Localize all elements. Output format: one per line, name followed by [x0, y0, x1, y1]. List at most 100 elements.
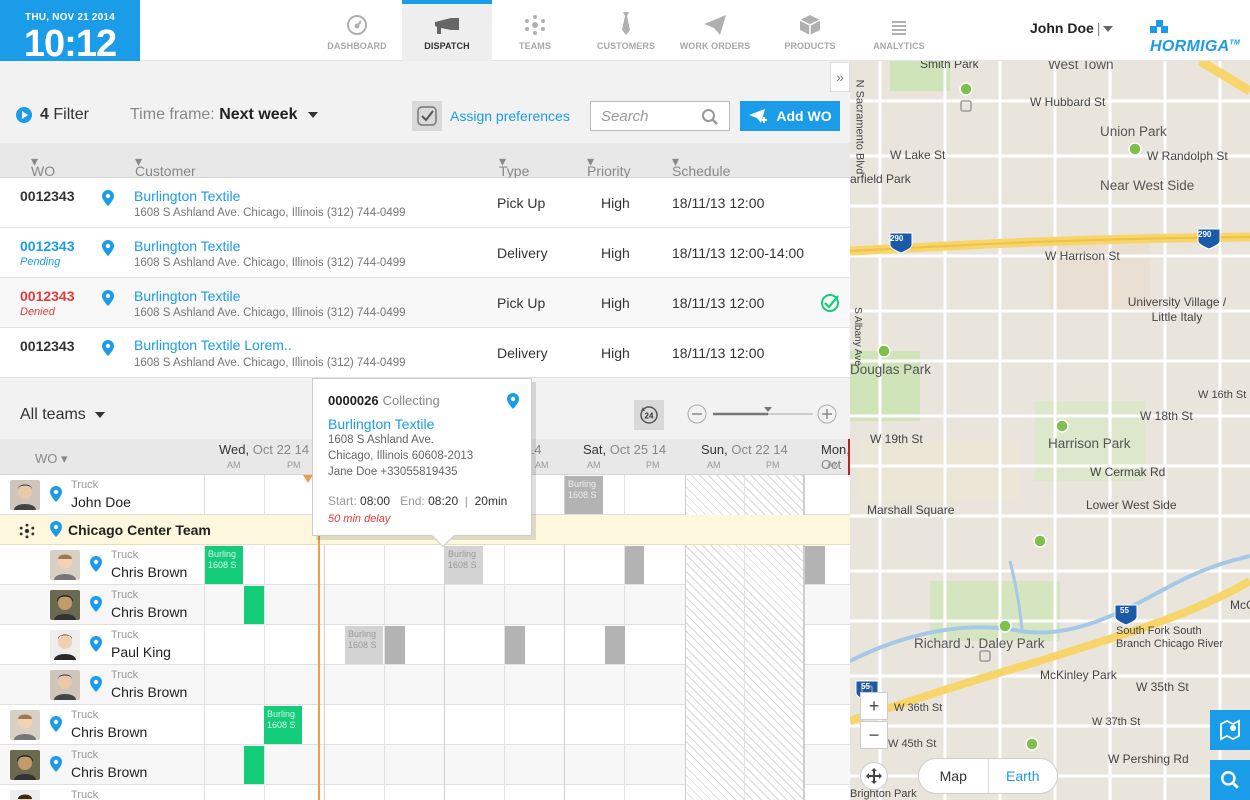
filter-count: 4 [40, 106, 49, 123]
search-input[interactable]: Search [590, 101, 730, 131]
schedule-block[interactable] [805, 546, 825, 584]
timeline-wo-col[interactable]: WO ▾ [35, 451, 68, 467]
location-pin-icon[interactable] [50, 716, 62, 732]
nav-teams[interactable]: TEAMS [490, 0, 580, 61]
table-row[interactable]: 0012343 Burlington Textile 1608 S Ashlan… [0, 178, 850, 228]
resource-role: Truck [111, 549, 139, 561]
wo-type: Pick Up [497, 195, 546, 211]
customer-link[interactable]: Burlington Textile Lorem.. [134, 337, 292, 353]
location-pin-icon[interactable] [50, 486, 62, 502]
dashboard-icon [347, 15, 367, 35]
refresh-24-button[interactable]: 24 [634, 400, 664, 430]
filter-toggle[interactable]: 4 Filter [16, 106, 89, 124]
shield-number: 55 [1120, 606, 1129, 615]
col-priority[interactable]: Priority ▾ [587, 153, 631, 179]
table-row[interactable]: 0012343 Burlington Textile Lorem.. 1608 … [0, 328, 850, 378]
nav-analytics[interactable]: ANALYTICS [854, 0, 944, 61]
popup-time: Start: 08:00 End: 08:20 | 20min [328, 494, 508, 508]
map-label: Marshall Square [867, 503, 955, 517]
assign-checkbox[interactable] [412, 101, 442, 131]
table-row[interactable]: 0012343 Denied Burlington Textile 1608 S… [0, 278, 850, 328]
customer-link[interactable]: Burlington Textile [134, 188, 240, 204]
chevron-down-icon [307, 111, 318, 118]
location-pin-icon[interactable] [102, 190, 114, 206]
schedule-block[interactable] [625, 546, 644, 584]
schedule-block[interactable] [605, 626, 625, 664]
location-pin-icon[interactable] [90, 596, 102, 612]
location-pin-icon[interactable] [50, 521, 62, 537]
schedule-block[interactable] [505, 626, 525, 664]
map-zoom-in-button[interactable]: + [860, 692, 888, 720]
customer-link[interactable]: Burlington Textile [134, 288, 240, 304]
assign-preferences[interactable]: Assign preferences [412, 101, 570, 131]
all-teams-dropdown[interactable]: All teams [20, 406, 106, 424]
map-label: Harrison Park [1048, 436, 1131, 451]
wo-type: Pick Up [497, 295, 546, 311]
schedule-block[interactable] [244, 586, 264, 624]
schedule-block[interactable]: Burling 1608 S [445, 546, 483, 584]
resource-cell: Truck Chris Brown [0, 585, 205, 625]
schedule-block[interactable] [385, 626, 405, 664]
location-pin-icon[interactable] [102, 240, 114, 256]
map-search-button[interactable] [1210, 760, 1250, 800]
assign-preferences-link[interactable]: Assign preferences [450, 108, 570, 124]
schedule-block[interactable] [244, 746, 264, 784]
timeline-wo-label: WO [35, 451, 58, 466]
customer-link[interactable]: Burlington Textile [134, 238, 240, 254]
location-pin-icon[interactable] [50, 756, 62, 772]
nav-customers[interactable]: CUSTOMERS [581, 0, 671, 61]
customers-icon [622, 12, 630, 35]
send-plus-icon [749, 109, 768, 123]
resource-name: Chris Brown [111, 684, 188, 700]
location-pin-icon[interactable] [90, 676, 102, 692]
schedule-block[interactable]: Burling 1608 S [264, 706, 302, 744]
popup-address-2: Chicago, Illinois 60608-2013 [328, 450, 474, 462]
nav-dashboard[interactable]: DASHBOARD [312, 0, 402, 61]
table-row[interactable]: 0012343 Pending Burlington Textile 1608 … [0, 228, 850, 278]
map-route-icon [1220, 719, 1240, 741]
wo-priority: High [601, 245, 630, 261]
map-label: W Harrison St [1045, 249, 1120, 263]
location-pin-icon[interactable] [102, 340, 114, 356]
map-label: W Pershing Rd [1108, 752, 1189, 766]
map-zoom-out-button[interactable]: − [860, 721, 888, 749]
schedule-block[interactable]: Burling 1608 S [345, 626, 383, 664]
map-pan-button[interactable] [860, 762, 888, 790]
wo-number: 0012343 [20, 238, 75, 254]
nav-label: TEAMS [519, 41, 551, 51]
nav-dispatch[interactable]: DISPATCH [402, 0, 492, 61]
location-pin-icon[interactable] [102, 290, 114, 306]
user-menu[interactable]: John Doe | [1030, 20, 1114, 36]
map-routes-button[interactable] [1210, 710, 1250, 750]
add-wo-button[interactable]: Add WO [740, 101, 840, 131]
col-wo[interactable]: WO ▾ [31, 153, 55, 179]
map-type-map[interactable]: Map [919, 759, 989, 793]
location-pin-icon[interactable] [90, 636, 102, 652]
day-date: Oct 22 14 [252, 442, 310, 457]
popup-contact: Jane Doe +33055819435 [328, 466, 458, 478]
map-label: W 16th St [1198, 389, 1247, 401]
col-wo-label: WO [31, 163, 56, 179]
popup-customer-link[interactable]: Burlington Textile [328, 416, 516, 432]
timeframe-dropdown[interactable]: Time frame: Next week [130, 106, 318, 124]
col-type[interactable]: Type ▾ [499, 153, 529, 179]
timeline-zoom-slider[interactable] [686, 404, 838, 424]
col-schedule[interactable]: Schedule ▾ [672, 153, 730, 179]
location-pin-icon[interactable] [90, 556, 102, 572]
nav-label: PRODUCTS [784, 41, 836, 51]
map-view[interactable]: Smith Park West Town W Hubbard St Union … [850, 61, 1250, 800]
avatar [10, 750, 40, 780]
wo-table-header: WO ▾ Customer ▾ Type ▾ Priority ▾ Schedu… [0, 143, 850, 179]
col-customer[interactable]: Customer ▾ [135, 153, 196, 179]
wo-priority: High [601, 295, 630, 311]
collapse-panel-button[interactable]: » [830, 62, 850, 92]
add-wo-label: Add WO [776, 108, 832, 124]
map-type-earth[interactable]: Earth [989, 759, 1058, 793]
nav-work-orders[interactable]: WORK ORDERS [670, 0, 760, 61]
nav-products[interactable]: PRODUCTS [765, 0, 855, 61]
schedule-block[interactable]: Burling 1608 S [565, 476, 603, 514]
wo-detail-popup[interactable]: 0000026 Collecting Burlington Textile 160… [312, 378, 532, 548]
schedule-block[interactable]: Burling 1608 S [205, 546, 243, 584]
location-pin-icon[interactable] [507, 393, 519, 409]
map-label: Union Park [1100, 124, 1167, 139]
